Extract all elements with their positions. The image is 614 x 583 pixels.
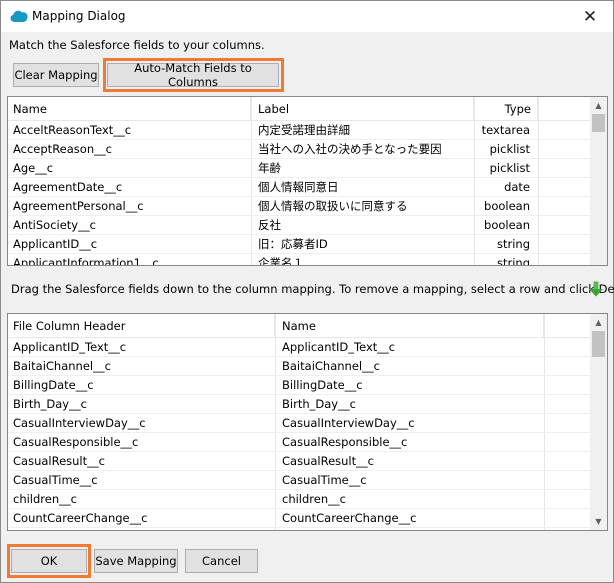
table-row[interactable]: Age__c 年齢 picklist [8,159,590,178]
table-row[interactable]: AcceltReasonText__c 内定受諾理由詳細 textarea [8,121,590,140]
close-button[interactable]: ✕ [567,1,613,32]
header-name[interactable]: Name [13,97,251,121]
mapped-field-name-cell: CasualResult__c [282,454,374,468]
window-title: Mapping Dialog [32,9,126,23]
file-column-header-cell: ApplicantID_Text__c [13,340,127,354]
salesforce-fields-table[interactable]: Name Label Type AcceltReasonText__c 内定受諾理… [7,96,608,266]
table-row[interactable]: children__c children__c [8,490,590,509]
scroll-down-icon[interactable]: ▼ [590,513,607,530]
scroll-thumb[interactable] [592,114,605,132]
header-mapped-name[interactable]: Name [282,314,544,338]
mapped-field-name-cell: BillingDate__c [282,378,363,392]
file-column-header-cell: BillingDate__c [13,378,94,392]
mapping-dialog-window: Mapping Dialog ✕ Match the Salesforce fi… [0,0,614,583]
field-type: picklist [489,161,530,175]
cancel-button[interactable]: Cancel [185,549,258,573]
field-label: 年齢 [258,161,281,175]
file-column-header-cell: CasualInterviewDay__c [13,416,146,430]
header-file-column[interactable]: File Column Header [13,314,275,338]
mapped-field-name-cell: ApplicantID_Text__c [282,340,396,354]
mapping-vertical-scrollbar[interactable]: ▲ ▼ [590,314,607,530]
header-type[interactable]: Type [481,97,538,121]
field-name: ApplicantID__c [13,237,98,251]
table-row[interactable]: AgreementDate__c 個人情報同意日 date [8,178,590,197]
field-type: string [496,237,530,251]
table-row[interactable]: AgreementPersonal__c 個人情報の取扱いに同意する boolean [8,197,590,216]
mapped-field-name-cell: children__c [282,492,346,506]
instruction-drag-fields: Drag the Salesforce fields down to the c… [11,282,614,296]
table-row[interactable]: CasualTime__c CasualTime__c [8,471,590,490]
ok-button[interactable]: OK [11,549,87,573]
salesforce-cloud-icon [10,10,28,22]
table-row[interactable]: BaitaiChannel__c BaitaiChannel__c [8,357,590,376]
field-name: AcceptReason__c [13,142,112,156]
table-row[interactable]: ApplicantID_Text__c ApplicantID_Text__c [8,338,590,357]
file-column-header-cell: Birth_Day__c [13,397,87,411]
table-row[interactable]: Birth_Day__c Birth_Day__c [8,395,590,414]
clear-mapping-button[interactable]: Clear Mapping [13,63,99,87]
field-type: boolean [484,218,530,232]
field-label: 企業名１ [258,256,304,266]
scroll-thumb[interactable] [592,331,605,357]
field-name: AgreementDate__c [13,180,123,194]
close-icon: ✕ [582,6,598,27]
table-row[interactable]: CasualResult__c CasualResult__c [8,452,590,471]
field-type: string [496,256,530,266]
table-row[interactable]: ApplicantID__c 旧：応募者ID string [8,235,590,254]
field-name: AcceltReasonText__c [13,123,132,137]
field-name: Age__c [13,161,54,175]
mapped-field-name-cell: CasualResponsible__c [282,435,408,449]
mapped-field-name-cell: Birth_Day__c [282,397,356,411]
instruction-match-fields: Match the Salesforce fields to your colu… [9,38,265,52]
field-label: 個人情報同意日 [258,180,339,194]
field-type: boolean [484,199,530,213]
field-label: 反社 [258,218,281,232]
field-label: 当社への入社の決め手となった要因 [258,142,442,156]
field-type: date [504,180,530,194]
column-mapping-table[interactable]: File Column Header Name ApplicantID_Text… [7,313,608,531]
scroll-up-icon[interactable]: ▲ [590,97,607,114]
header-label[interactable]: Label [258,97,474,121]
title-bar[interactable]: Mapping Dialog ✕ [1,1,613,32]
field-name: ApplicantInformation1__c [13,256,159,266]
table-row[interactable]: CasualInterviewDay__c CasualInterviewDay_… [8,414,590,433]
field-type: picklist [489,142,530,156]
mapping-table-header: File Column Header Name [8,314,590,338]
save-mapping-button[interactable]: Save Mapping [94,549,178,573]
field-type: textarea [481,123,530,137]
field-name: AgreementPersonal__c [13,199,144,213]
field-name: AntiSociety__c [13,218,96,232]
fields-vertical-scrollbar[interactable]: ▲ [590,97,607,265]
field-label: 内定受諾理由詳細 [258,123,350,137]
field-label: 個人情報の取扱いに同意する [258,199,408,213]
file-column-header-cell: CasualTime__c [13,473,98,487]
table-row[interactable]: CountCareerChange__c CountCareerChange__c [8,509,590,528]
file-column-header-cell: children__c [13,492,77,506]
file-column-header-cell: CasualResult__c [13,454,105,468]
field-label: 旧：応募者ID [258,237,328,251]
file-column-header-cell: CountCareerChange__c [13,511,148,525]
fields-table-header: Name Label Type [8,97,590,121]
mapped-field-name-cell: CasualInterviewDay__c [282,416,415,430]
table-row[interactable]: ApplicantInformation1__c 企業名１ string [8,254,590,266]
file-column-header-cell: BaitaiChannel__c [13,359,111,373]
scroll-up-icon[interactable]: ▲ [590,314,607,331]
green-down-arrow-icon [589,281,603,297]
file-column-header-cell: CasualResponsible__c [13,435,139,449]
table-row[interactable]: AntiSociety__c 反社 boolean [8,216,590,235]
mapped-field-name-cell: CountCareerChange__c [282,511,417,525]
auto-match-button[interactable]: Auto-Match Fields to Columns [107,61,279,89]
table-row[interactable]: CasualResponsible__c CasualResponsible__c [8,433,590,452]
mapped-field-name-cell: CasualTime__c [282,473,367,487]
table-row[interactable]: BillingDate__c BillingDate__c [8,376,590,395]
table-row[interactable]: AcceptReason__c 当社への入社の決め手となった要因 picklist [8,140,590,159]
mapped-field-name-cell: BaitaiChannel__c [282,359,380,373]
